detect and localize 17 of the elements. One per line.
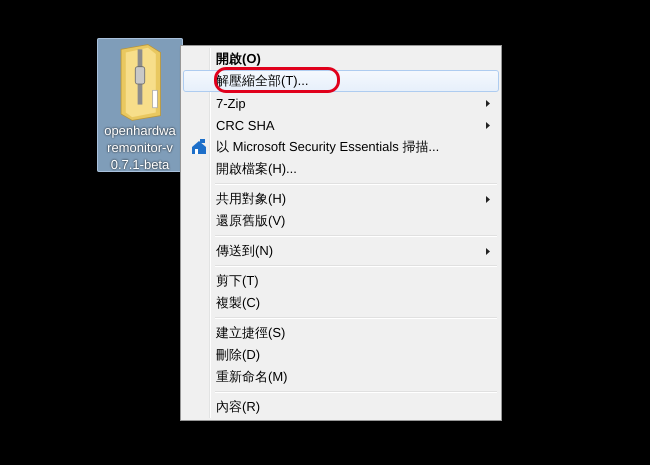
menu-item[interactable]: 刪除(D) — [183, 344, 499, 366]
file-name-label: openhardwa — [104, 122, 176, 139]
menu-item[interactable]: 還原舊版(V) — [183, 210, 499, 232]
menu-item[interactable]: 共用對象(H) — [183, 188, 499, 210]
menu-item[interactable]: 以 Microsoft Security Essentials 掃描... — [183, 136, 499, 158]
file-name-label: 0.7.1-beta — [110, 156, 170, 171]
file-name-label: remonitor-v — [107, 138, 173, 156]
menu-item[interactable]: 開啟(O) — [183, 48, 499, 70]
menu-item[interactable]: CRC SHA — [183, 114, 499, 136]
menu-item[interactable]: 建立捷徑(S) — [183, 322, 499, 344]
menu-item[interactable]: 複製(C) — [183, 292, 499, 314]
menu-item[interactable]: 傳送到(N) — [183, 240, 499, 262]
menu-item[interactable]: 剪下(T) — [183, 270, 499, 292]
menu-item[interactable]: 重新命名(M) — [183, 366, 499, 388]
menu-item[interactable]: 7-Zip — [183, 92, 499, 114]
menu-item[interactable]: 開啟檔案(H)... — [183, 158, 499, 180]
menu-item[interactable]: 內容(R) — [183, 396, 499, 418]
